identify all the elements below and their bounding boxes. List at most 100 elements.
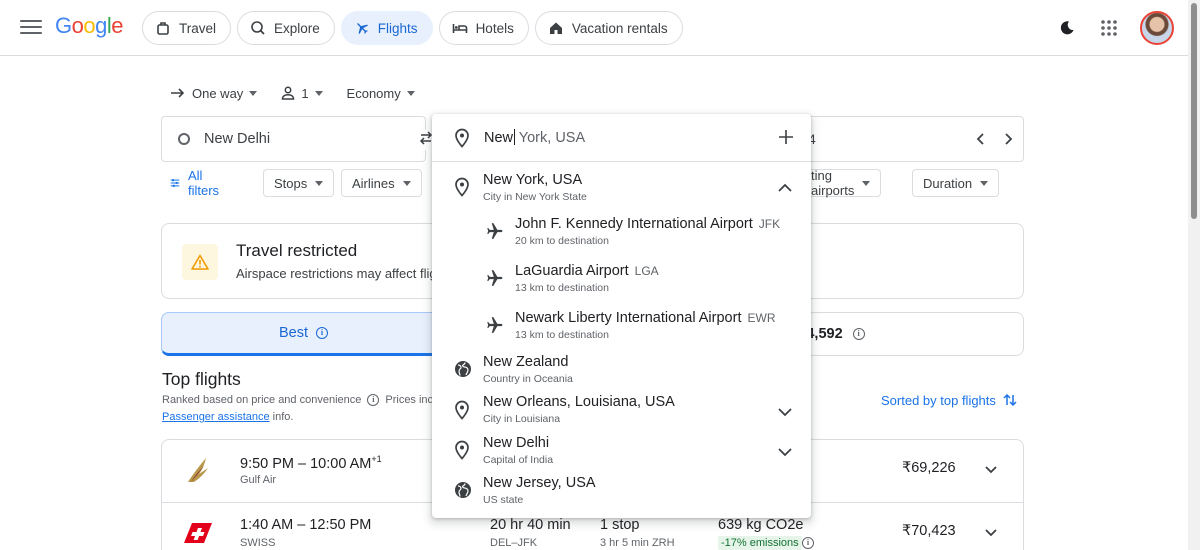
home-icon: [549, 22, 562, 34]
top-flights-subtitle: Ranked based on price and convenience i …: [162, 394, 442, 406]
info-icon[interactable]: i: [852, 328, 865, 340]
trip-type-label: One way: [192, 85, 244, 101]
info-icon[interactable]: i: [316, 327, 328, 339]
class-label: Economy: [346, 85, 401, 101]
caret-down-icon: [862, 180, 871, 186]
flight-stops: 1 stop: [600, 517, 640, 533]
info-icon[interactable]: i: [802, 537, 814, 549]
suggestion-subtitle: 13 km to destination: [515, 329, 609, 341]
suggestion-subtitle: 13 km to destination: [515, 282, 609, 294]
chip-label: Airlines: [352, 175, 395, 191]
scrollbar-thumb[interactable]: [1191, 3, 1197, 219]
suggestion-title: New Jersey, USA: [483, 475, 596, 491]
hotel-icon: [452, 24, 467, 33]
destination-autocomplete-dropdown: New York, USA New York, USA City in New …: [432, 114, 811, 518]
airplane-icon: [485, 222, 503, 245]
ranking-note: Ranked based on price and convenience: [162, 394, 362, 406]
flight-icon: [356, 23, 368, 35]
chip-label: ting airports: [811, 168, 855, 198]
sort-by-button[interactable]: Sorted by top flights: [881, 392, 1018, 408]
class-select[interactable]: Economy: [347, 82, 415, 104]
suggestion-title: John F. Kennedy International Airport JFK: [515, 216, 780, 232]
passenger-count: 1: [301, 85, 309, 101]
flight-route: DEL–JFK: [490, 537, 538, 549]
caret-down-icon: [249, 90, 258, 96]
tab-best[interactable]: Best i: [161, 312, 446, 356]
origin-circle-icon: [178, 133, 190, 145]
header-actions: [1056, 11, 1174, 45]
chip-label: Stops: [274, 175, 308, 191]
tab-explore[interactable]: Explore: [237, 11, 335, 45]
chevron-left-icon[interactable]: [975, 131, 987, 152]
airlines-filter-chip[interactable]: Airlines: [341, 169, 422, 197]
flight-price: ₹70,423: [902, 523, 956, 539]
assistance-suffix: info.: [269, 411, 294, 423]
chevron-up-icon[interactable]: [777, 180, 793, 198]
flight-layover: 3 hr 5 min ZRH: [600, 537, 675, 549]
suggestion-new-delhi[interactable]: New Delhi Capital of India: [432, 430, 811, 470]
tab-hotels[interactable]: Hotels: [438, 11, 529, 45]
avatar[interactable]: [1140, 11, 1174, 45]
destination-input[interactable]: New York, USA: [432, 114, 811, 162]
airport-name: John F. Kennedy International Airport: [515, 216, 753, 232]
flight-times-text: 9:50 PM – 10:00 AM: [240, 455, 372, 472]
assistance-note: Passenger assistance info.: [162, 411, 293, 423]
suggestion-ewr-airport[interactable]: Newark Liberty International Airport EWR …: [432, 302, 811, 349]
suggestion-lga-airport[interactable]: LaGuardia Airport LGA 13 km to destinatio…: [432, 255, 811, 302]
info-icon[interactable]: i: [367, 394, 380, 406]
add-destination-icon[interactable]: [778, 129, 794, 150]
chevron-down-icon[interactable]: [777, 444, 793, 462]
suggestion-new-orleans[interactable]: New Orleans, Louisiana, USA City in Loui…: [432, 389, 811, 430]
all-filters-button[interactable]: All filters: [170, 168, 223, 198]
tune-icon: [170, 179, 180, 187]
caret-down-icon: [406, 90, 415, 96]
chevron-right-icon[interactable]: [1002, 131, 1014, 152]
suggestion-jfk-airport[interactable]: John F. Kennedy International Airport JFK…: [432, 208, 811, 255]
dark-mode-icon[interactable]: [1056, 17, 1078, 39]
tab-label: Explore: [274, 20, 320, 36]
tab-label: Flights: [377, 20, 418, 36]
origin-field[interactable]: New Delhi: [161, 116, 426, 162]
page-scrollbar[interactable]: [1188, 0, 1200, 550]
departure-date-field[interactable]: 4: [780, 116, 1024, 162]
location-pin-icon: [454, 128, 470, 153]
tab-vacation-rentals[interactable]: Vacation rentals: [534, 11, 683, 45]
arrow-right-icon: [171, 88, 185, 98]
airport-name: Newark Liberty International Airport: [515, 310, 742, 326]
tab-travel[interactable]: Travel: [142, 11, 232, 45]
airport-code: EWR: [747, 311, 776, 325]
all-filters-label: All filters: [188, 168, 220, 198]
typed-text: New: [484, 130, 514, 146]
suggestion-subtitle: City in New York State: [483, 191, 587, 203]
stops-filter-chip[interactable]: Stops: [263, 169, 335, 197]
suggestion-title: New York, USA: [483, 172, 583, 188]
suggestion-subtitle: Country in Oceania: [483, 373, 573, 385]
suggestion-subtitle: US state: [483, 494, 524, 506]
google-logo[interactable]: Google: [55, 13, 124, 39]
menu-icon[interactable]: [20, 16, 42, 38]
location-pin-icon: [454, 177, 470, 202]
chevron-down-icon[interactable]: [984, 462, 998, 480]
tab-flights[interactable]: Flights: [340, 11, 433, 45]
location-pin-icon: [454, 400, 470, 425]
apps-grid-icon[interactable]: [1098, 17, 1120, 39]
suggestion-new-jersey[interactable]: New Jersey, USA US state: [432, 470, 811, 514]
destination-input-text: New York, USA: [484, 129, 585, 146]
emissions-badge: -17% emissions: [718, 536, 802, 550]
suggestion-subtitle: 20 km to destination: [515, 235, 609, 247]
passenger-select[interactable]: 1: [281, 82, 323, 104]
suggestion-new-zealand[interactable]: New Zealand Country in Oceania: [432, 349, 811, 389]
duration-filter-chip[interactable]: Duration: [912, 169, 1000, 197]
chevron-down-icon[interactable]: [777, 404, 793, 422]
top-flights-title: Top flights: [162, 369, 241, 389]
tab-label: Hotels: [475, 20, 514, 36]
tab-label: Vacation rentals: [571, 20, 668, 36]
next-day-indicator: +1: [371, 454, 382, 464]
suggestion-new-york[interactable]: New York, USA City in New York State: [432, 162, 811, 208]
chevron-down-icon[interactable]: [984, 525, 998, 543]
suggestion-title: New Zealand: [483, 354, 569, 370]
suggestion-title: New Delhi: [483, 435, 550, 451]
flight-emissions: 639 kg CO2e: [718, 517, 804, 533]
trip-type-select[interactable]: One way: [170, 82, 258, 104]
passenger-assistance-link[interactable]: Passenger assistance: [162, 411, 270, 423]
